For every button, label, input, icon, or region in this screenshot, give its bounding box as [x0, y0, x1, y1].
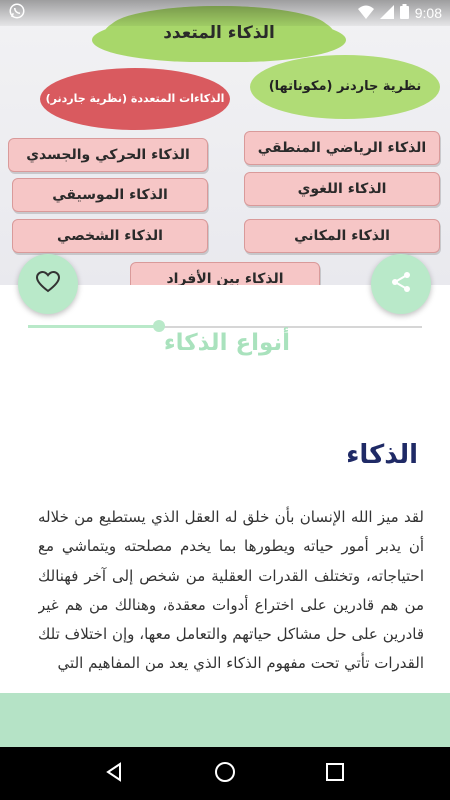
back-triangle-icon	[105, 761, 125, 786]
diagram-box: الذكاء الحركي والجسدي	[8, 138, 208, 172]
diagram-gardner-theory: نظرية جاردنر (مكوناتها)	[250, 55, 440, 119]
article-body: لقد ميز الله الإنسان بأن خلق له العقل ال…	[38, 508, 424, 673]
favorite-button[interactable]	[18, 254, 78, 314]
recents-button[interactable]	[315, 754, 355, 794]
bottom-banner	[0, 693, 450, 747]
diagram-box: الذكاء الموسيقي	[12, 178, 208, 212]
section-title: أنواع الذكاء	[163, 330, 290, 356]
navigation-bar	[0, 747, 450, 800]
wifi-icon	[357, 5, 374, 22]
battery-icon	[399, 4, 409, 22]
back-button[interactable]	[95, 754, 135, 794]
article-heading: الذكاء	[346, 440, 418, 470]
diagram-box: الذكاء بين الأفراد	[130, 262, 320, 285]
status-bar: 9:08	[0, 0, 450, 26]
home-circle-icon	[214, 761, 236, 787]
whatsapp-icon	[8, 2, 26, 24]
home-button[interactable]	[205, 754, 245, 794]
heart-icon	[35, 270, 61, 297]
status-time: 9:08	[414, 5, 442, 21]
recents-square-icon	[326, 762, 344, 785]
header-image: الذكاء المتعدد نظرية جاردنر (مكوناتها) ا…	[0, 0, 450, 285]
diagram-multiple-intelligences: الذكاءات المتعددة (نظرية جاردنر)	[40, 68, 230, 130]
diagram-box: الذكاء المكاني	[244, 219, 440, 253]
signal-icon	[379, 4, 394, 22]
share-icon	[390, 271, 412, 297]
diagram-box: الذكاء الرياضي المنطقي	[244, 131, 440, 165]
diagram-box: الذكاء اللغوي	[244, 172, 440, 206]
title-divider-accent	[28, 325, 158, 328]
share-button[interactable]	[371, 254, 431, 314]
diagram-box: الذكاء الشخصي	[12, 219, 208, 253]
